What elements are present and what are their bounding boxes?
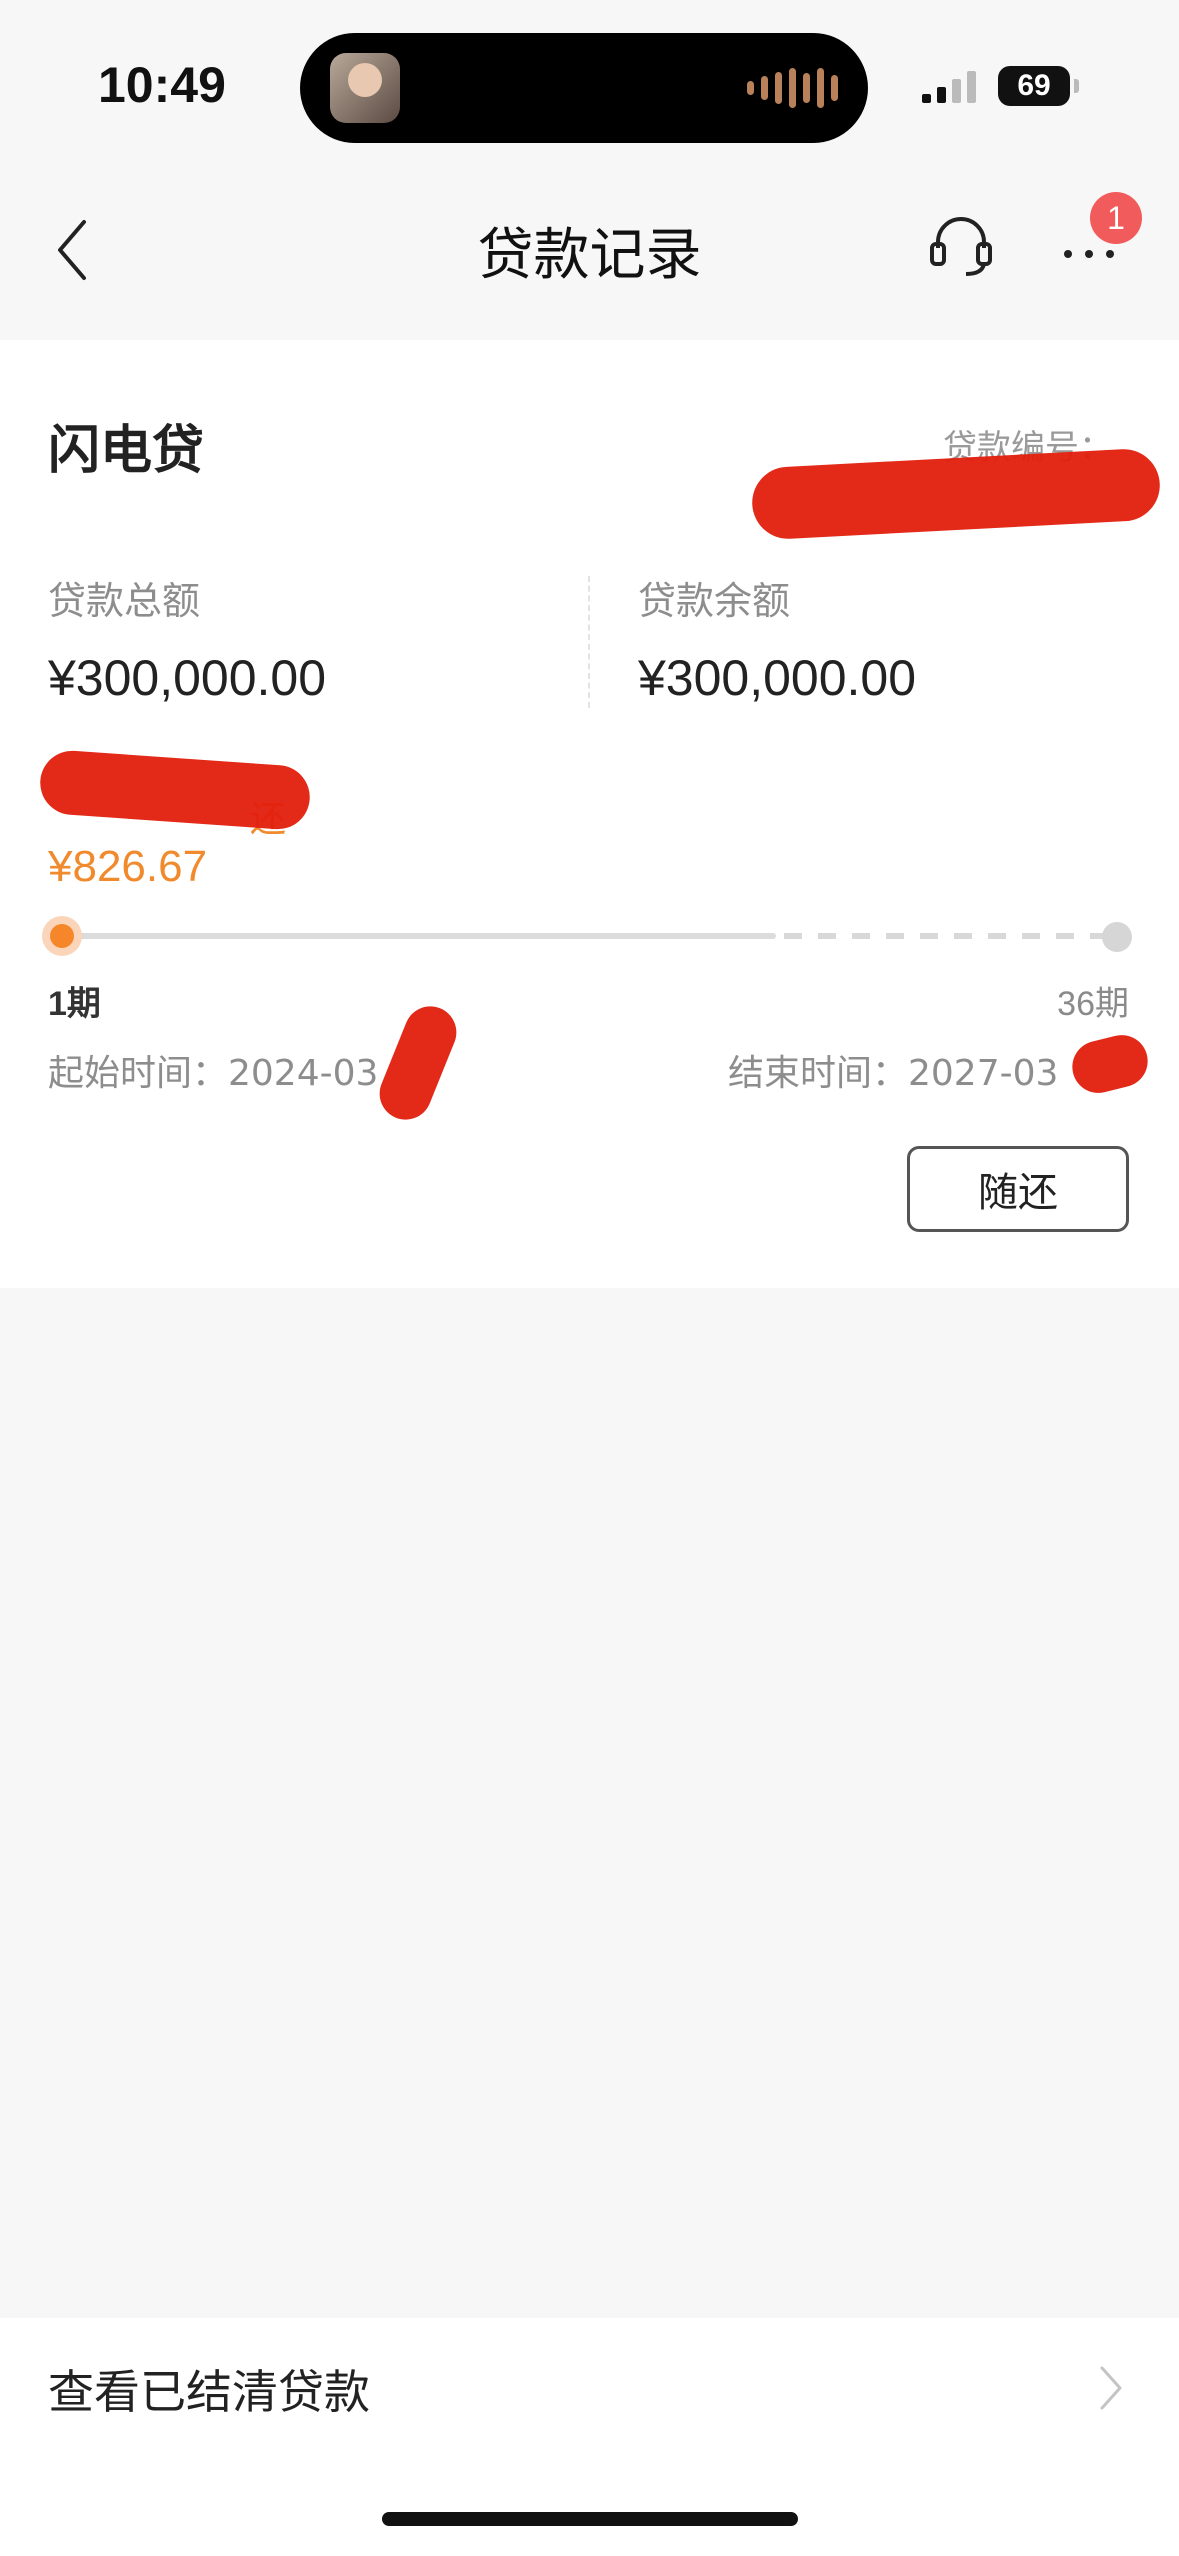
chevron-right-icon	[1100, 2366, 1122, 2410]
end-date: 结束时间：2027-03	[728, 1053, 1059, 1094]
status-time: 10:49	[98, 57, 226, 113]
progress-track-remaining	[784, 933, 1114, 939]
audio-wave-icon	[747, 66, 838, 110]
balance-amount-block: 贷款余额 ¥300,000.00	[638, 570, 916, 707]
nav-bar: 贷款记录 1	[0, 170, 1179, 340]
repay-amount: ¥826.67	[48, 842, 208, 891]
divider	[588, 576, 590, 708]
progress-track	[62, 933, 776, 939]
notification-badge: 1	[1090, 192, 1142, 244]
home-bar-area	[0, 2458, 1179, 2556]
product-name: 闪电贷	[48, 421, 205, 481]
period-end: 36期	[1057, 985, 1129, 1023]
total-amount-value: ¥300,000.00	[48, 650, 327, 706]
settled-loans-label: 查看已结清贷款	[48, 2365, 370, 2419]
home-indicator[interactable]	[382, 2512, 798, 2526]
progress-start-dot	[42, 916, 82, 956]
redaction-mark	[371, 998, 465, 1128]
redaction-mark	[38, 748, 312, 832]
balance-value: ¥300,000.00	[638, 650, 917, 706]
dynamic-island[interactable]	[300, 33, 868, 143]
period-start: 1期	[48, 985, 101, 1023]
headset-icon[interactable]	[926, 210, 996, 280]
redaction-mark	[1066, 1029, 1154, 1099]
start-date: 起始时间：2024-03	[48, 1053, 379, 1094]
total-amount-label: 贷款总额	[48, 579, 201, 623]
page-title: 贷款记录	[477, 223, 702, 288]
total-amount-block: 贷款总额 ¥300,000.00	[48, 570, 326, 707]
signal-icon	[922, 71, 976, 103]
redaction-mark	[750, 447, 1162, 541]
status-bar: 10:49 69	[0, 0, 1179, 170]
progress-end-dot	[1102, 922, 1132, 952]
repay-anytime-button[interactable]: 随还	[907, 1146, 1129, 1232]
now-playing-avatar	[330, 53, 400, 123]
loan-card[interactable]: 闪电贷 贷款编号： 贷款总额 ¥300,000.00 贷款余额 ¥300,000…	[0, 340, 1179, 1288]
balance-label: 贷款余额	[638, 579, 791, 623]
battery-icon: 69	[998, 66, 1079, 106]
settled-loans-row[interactable]: 查看已结清贷款	[0, 2318, 1179, 2458]
